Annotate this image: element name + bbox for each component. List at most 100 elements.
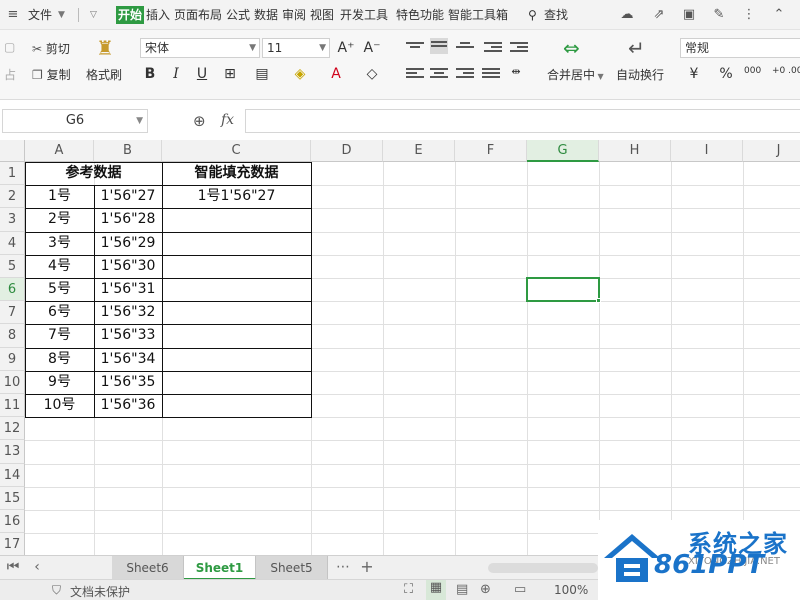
prev-sheet-icon[interactable]: ‹ [28,558,46,576]
row-header-16[interactable]: 16 [0,510,25,534]
formula-input[interactable] [245,109,800,133]
column-header-f[interactable]: F [455,140,527,162]
more-sheets-icon[interactable]: ⋯ [334,558,352,576]
bold-button[interactable]: B [140,64,160,84]
indent-increase-icon[interactable] [510,40,528,56]
justify-icon[interactable] [482,66,500,82]
merge-center-icon[interactable]: ⇔ [563,36,580,60]
cell-style-icon[interactable]: ▤ [252,64,272,84]
zoom-level[interactable]: 100% [554,583,588,597]
row-header-2[interactable]: 2 [0,185,25,209]
normal-view-icon[interactable]: ▦ [426,580,446,600]
row-header-3[interactable]: 3 [0,208,25,232]
tab-home[interactable]: 开始 [116,6,145,24]
underline-button[interactable]: U [192,64,212,84]
tab-formulas[interactable]: 公式 [226,6,250,24]
collapse-ribbon-icon[interactable]: ⌃ [770,6,788,24]
cell-b6[interactable]: 1'56"31 [94,278,162,301]
share-icon[interactable]: ⇗ [650,6,668,24]
wrap-text-icon[interactable]: ↵ [628,36,645,60]
protect-status[interactable]: 文档未保护 [70,583,130,600]
menu-file[interactable]: 文件 [28,6,52,24]
cell-a4[interactable]: 3号 [25,232,94,255]
sheet-tab-sheet5[interactable]: Sheet5 [256,556,328,580]
cloud-sync-icon[interactable]: ☁ [618,6,636,24]
cell-b5[interactable]: 1'56"30 [94,255,162,278]
tab-smart-toolbox[interactable]: 智能工具箱 [448,6,508,24]
zoom-search-icon[interactable]: ⊕ [193,112,206,130]
more-icon[interactable]: ⋮ [740,6,758,24]
cell-b7[interactable]: 1'56"32 [94,301,162,324]
tab-developer[interactable]: 开发工具 [340,6,388,24]
cell-a11[interactable]: 10号 [25,394,94,417]
cell-a10[interactable]: 9号 [25,371,94,394]
percent-button[interactable]: % [716,64,736,84]
clear-format-icon[interactable]: ◇ [362,64,382,84]
page-layout-icon[interactable]: ▤ [456,582,468,597]
comment-icon[interactable]: ✎ [710,6,728,24]
format-painter-button[interactable]: 格式刷 [86,66,122,83]
cell-b10[interactable]: 1'56"35 [94,371,162,394]
paste-icon[interactable]: ▢ [4,40,15,54]
row-header-8[interactable]: 8 [0,324,25,348]
cell-a1-merged[interactable]: 参考数据 [25,162,162,185]
row-header-10[interactable]: 10 [0,370,25,394]
font-name-select[interactable]: 宋体 ▼ [140,38,260,58]
cell-a2[interactable]: 1号 [25,185,94,208]
border-icon[interactable]: ⊞ [220,64,240,84]
cell-c2[interactable]: 1号1'56"27 [162,185,311,208]
fill-handle[interactable] [596,298,601,304]
wrap-text-button[interactable]: 自动换行 [616,66,664,83]
cell-b8[interactable]: 1'56"33 [94,324,162,347]
font-color-icon[interactable]: A [326,64,346,84]
fx-button[interactable]: fx [221,112,234,128]
search-icon[interactable]: ⚲ [528,6,537,24]
tab-review[interactable]: 审阅 [282,6,306,24]
tab-data[interactable]: 数据 [254,6,278,24]
column-header-c[interactable]: C [162,140,311,162]
font-size-select[interactable]: 11 ▼ [262,38,330,58]
search-label[interactable]: 查找 [544,6,568,24]
name-box[interactable]: G6 ▼ [2,109,148,133]
add-sheet-icon[interactable]: + [358,558,376,576]
merge-center-button[interactable]: 合并居中 ▼ [547,66,604,83]
fullscreen-icon[interactable]: ⛶ [404,582,413,597]
cell-a7[interactable]: 6号 [25,301,94,324]
row-header-1[interactable]: 1 [0,162,25,186]
align-left-icon[interactable] [406,66,424,82]
row-header-7[interactable]: 7 [0,301,25,325]
sheet-tab-sheet6[interactable]: Sheet6 [112,556,184,580]
currency-icon[interactable]: ¥ [684,64,704,84]
align-right-icon[interactable] [456,66,474,82]
cell-a9[interactable]: 8号 [25,348,94,371]
indent-decrease-icon[interactable] [484,40,502,56]
column-header-g[interactable]: G [527,140,599,162]
first-sheet-icon[interactable]: ⏮ [4,558,22,576]
cell-b3[interactable]: 1'56"28 [94,208,162,231]
italic-button[interactable]: I [166,64,186,84]
collaborate-icon[interactable]: ▣ [680,6,698,24]
column-header-a[interactable]: A [25,140,94,162]
cell-b9[interactable]: 1'56"34 [94,348,162,371]
decimal-button[interactable]: +0 .00 [772,66,800,76]
column-header-d[interactable]: D [311,140,383,162]
reading-mode-icon[interactable]: ▭ [514,582,526,597]
column-header-i[interactable]: I [671,140,743,162]
page-break-icon[interactable]: ⊕ [480,582,491,597]
row-header-5[interactable]: 5 [0,254,25,278]
tab-special[interactable]: 特色功能 [396,6,444,24]
cell-a8[interactable]: 7号 [25,324,94,347]
column-header-b[interactable]: B [94,140,162,162]
align-top-icon[interactable] [406,40,424,56]
fill-color-icon[interactable]: ◈ [290,64,310,84]
spreadsheet-grid[interactable]: ABCDEFGHIJ 1 2 3 4 5 6 7 8 9 10 11 12 13 14 15 16 17 参考数… [0,140,800,555]
column-header-e[interactable]: E [383,140,455,162]
cell-a3[interactable]: 2号 [25,208,94,231]
horizontal-scrollbar[interactable] [488,563,598,573]
decrease-font-icon[interactable]: A⁻ [362,38,382,58]
cut-button[interactable]: ✂ 剪切 [32,40,70,57]
row-header-4[interactable]: 4 [0,231,25,255]
thousands-button[interactable]: 000 [744,66,761,76]
row-header-11[interactable]: 11 [0,394,25,418]
tab-insert[interactable]: 插入 [146,6,170,24]
